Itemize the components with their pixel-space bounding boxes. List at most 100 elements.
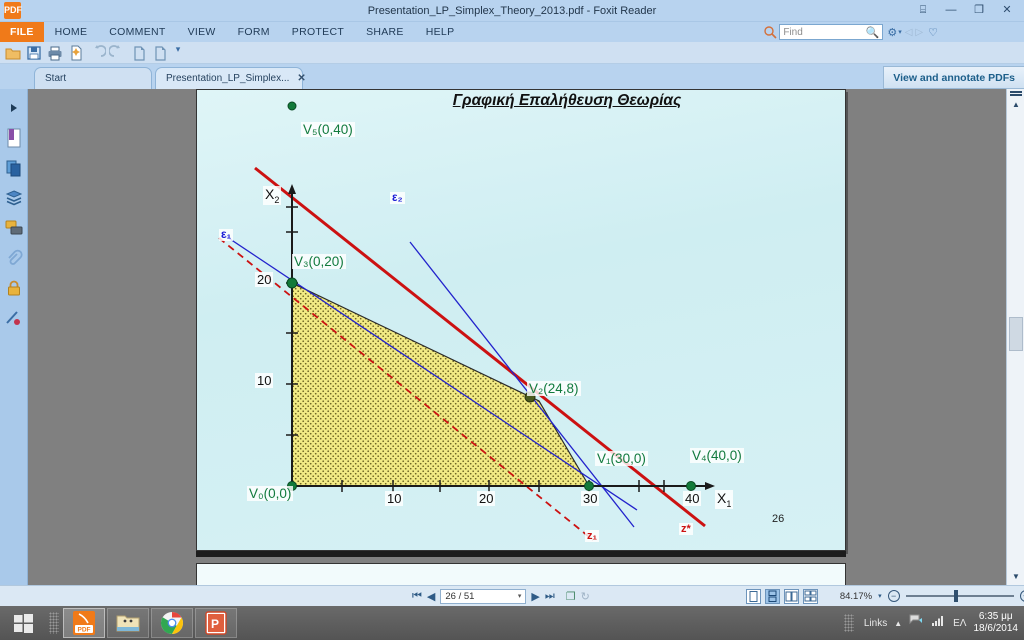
next-pdf-page — [196, 563, 846, 585]
taskbar-powerpoint[interactable]: P — [195, 608, 237, 638]
zoom-slider-thumb[interactable] — [953, 590, 958, 602]
close-button[interactable]: ✕ — [994, 1, 1020, 20]
tray-links-label[interactable]: Links — [864, 618, 887, 629]
first-page-icon[interactable]: ⏮ — [412, 590, 422, 603]
menu-item-form[interactable]: FORM — [227, 22, 281, 42]
search-input[interactable]: Find 🔍 — [779, 24, 884, 40]
zoom-slider[interactable] — [905, 590, 1014, 602]
zoom-out-button[interactable]: − — [887, 590, 900, 602]
previous-page-icon[interactable] — [130, 44, 148, 62]
svg-text:PDF: PDF — [78, 627, 91, 634]
next-page-icon[interactable] — [151, 44, 169, 62]
network-icon[interactable] — [909, 614, 924, 632]
redo-icon[interactable] — [108, 44, 127, 62]
page-number-input[interactable]: 26 / 51 ▾ — [440, 588, 527, 604]
taskbar-file-explorer[interactable] — [107, 608, 149, 638]
ribbon-options-icon[interactable]: ⌸ — [910, 1, 936, 20]
start-button[interactable] — [0, 606, 46, 640]
print-icon[interactable] — [46, 44, 64, 62]
window-title: Presentation_LP_Simplex_Theory_2013.pdf … — [367, 5, 657, 17]
page-thumbnails-icon[interactable] — [3, 153, 25, 183]
vertex-v3 — [286, 277, 298, 289]
facing-view-button[interactable] — [783, 588, 799, 604]
x-axis-label-sub: 1 — [726, 498, 732, 509]
y-axis-label-sub: 2 — [274, 194, 280, 205]
tab-start[interactable]: Start — [34, 67, 152, 89]
pdf-page: Γραφική Επαλήθευση Θεωρίας V₅(0,40) V₃(0… — [196, 89, 846, 551]
rotate-view-icon[interactable]: ↻ — [581, 590, 590, 603]
search-submit-icon[interactable]: 🔍 — [866, 26, 880, 39]
vertex-label-v4-text: V₄(40,0) — [692, 448, 742, 463]
customize-toolbar-icon[interactable]: ▾ — [172, 44, 184, 62]
vertex-label-v3: V₃(0,20) — [292, 254, 346, 269]
close-icon[interactable]: ✕ — [297, 73, 305, 84]
chevron-down-icon[interactable]: ▾ — [898, 28, 902, 36]
taskbar-foxit-reader[interactable]: PDF — [63, 608, 105, 638]
security-icon[interactable] — [3, 273, 25, 303]
taskbar-google-chrome[interactable] — [151, 608, 193, 638]
continuous-facing-view-button[interactable] — [802, 588, 818, 604]
signature-icon[interactable] — [3, 303, 25, 333]
vertex-label-v5: V₅(0,40) — [301, 122, 355, 137]
menu-item-home[interactable]: HOME — [44, 22, 99, 42]
language-indicator[interactable]: ΕΛ — [953, 618, 966, 629]
search-placeholder: Find — [783, 26, 803, 38]
restore-button[interactable]: ❐ — [966, 1, 992, 20]
tray-expand-icon[interactable]: ▲ — [894, 619, 902, 628]
scroll-up-button[interactable]: ▲ — [1007, 97, 1024, 113]
next-page-icon[interactable]: ▶ — [531, 590, 539, 603]
scroll-down-button[interactable]: ▼ — [1007, 569, 1024, 585]
vertex-label-v2-text: V₂(24,8) — [529, 381, 579, 396]
scrollbar-thumb[interactable] — [1009, 317, 1023, 351]
menu-item-help[interactable]: HELP — [415, 22, 466, 42]
page-number-value: 26 / 51 — [445, 590, 475, 602]
favorite-icon[interactable]: ♡ — [928, 26, 938, 39]
document-view[interactable]: Γραφική Επαλήθευση Θεωρίας V₅(0,40) V₃(0… — [28, 89, 1006, 585]
vertex-label-v2: V₂(24,8) — [527, 381, 581, 396]
create-pdf-icon[interactable] — [67, 44, 85, 62]
single-page-view-button[interactable] — [745, 588, 761, 604]
gear-icon[interactable]: ⚙ — [887, 26, 897, 39]
search-icon — [763, 25, 777, 39]
bookmarks-icon[interactable] — [3, 123, 25, 153]
menu-item-view[interactable]: VIEW — [177, 22, 227, 42]
expand-panel-icon[interactable] — [3, 93, 25, 123]
view-and-annotate-button[interactable]: View and annotate PDFs — [883, 66, 1024, 89]
save-icon[interactable] — [25, 44, 43, 62]
zoom-in-button[interactable]: + — [1019, 590, 1024, 602]
vertex-v1 — [584, 481, 594, 491]
tray-grip[interactable] — [843, 614, 854, 632]
menu-item-file[interactable]: FILE — [0, 22, 44, 42]
y-axis-label: X2 — [263, 186, 282, 205]
find-previous-icon[interactable]: ◁ — [905, 27, 913, 38]
windows-taskbar: PDF P Links ▲ ΕΛ 6:35 μμ 18/6/2014 — [0, 606, 1024, 640]
menu-item-comment[interactable]: COMMENT — [98, 22, 176, 42]
split-view-handle[interactable] — [1010, 91, 1022, 96]
system-tray: Links ▲ ΕΛ 6:35 μμ 18/6/2014 — [841, 606, 1024, 640]
volume-icon[interactable] — [931, 614, 946, 632]
chevron-down-icon[interactable]: ▾ — [518, 592, 522, 600]
menu-item-share[interactable]: SHARE — [355, 22, 415, 42]
layers-icon[interactable] — [3, 183, 25, 213]
open-file-icon[interactable] — [4, 44, 22, 62]
fit-page-icon[interactable]: ❐ — [566, 590, 576, 603]
clock-time: 6:35 μμ — [978, 611, 1013, 622]
comments-icon[interactable] — [3, 213, 25, 243]
menu-item-protect[interactable]: PROTECT — [281, 22, 355, 42]
continuous-view-button[interactable] — [764, 588, 780, 604]
minimize-button[interactable]: — — [938, 1, 964, 20]
taskbar-grip[interactable] — [49, 612, 59, 634]
attachments-icon[interactable] — [3, 243, 25, 273]
vertex-v5 — [287, 101, 297, 111]
vertical-scrollbar[interactable]: ▲ ▼ — [1006, 89, 1024, 585]
page-bottom-edge — [196, 551, 846, 557]
clock[interactable]: 6:35 μμ 18/6/2014 — [974, 611, 1019, 635]
previous-page-icon[interactable]: ◀ — [427, 590, 435, 603]
undo-icon[interactable] — [88, 44, 107, 62]
find-next-icon[interactable]: ▷ — [915, 27, 923, 38]
menu-bar: FILE HOME COMMENT VIEW FORM PROTECT SHAR… — [0, 22, 1024, 42]
chevron-down-icon[interactable]: ▾ — [878, 592, 882, 600]
last-page-icon[interactable]: ⏭ — [545, 590, 555, 603]
tab-presentation[interactable]: Presentation_LP_Simplex... ✕ — [155, 67, 306, 89]
line-label-epsilon-2: ε₂ — [390, 192, 405, 204]
